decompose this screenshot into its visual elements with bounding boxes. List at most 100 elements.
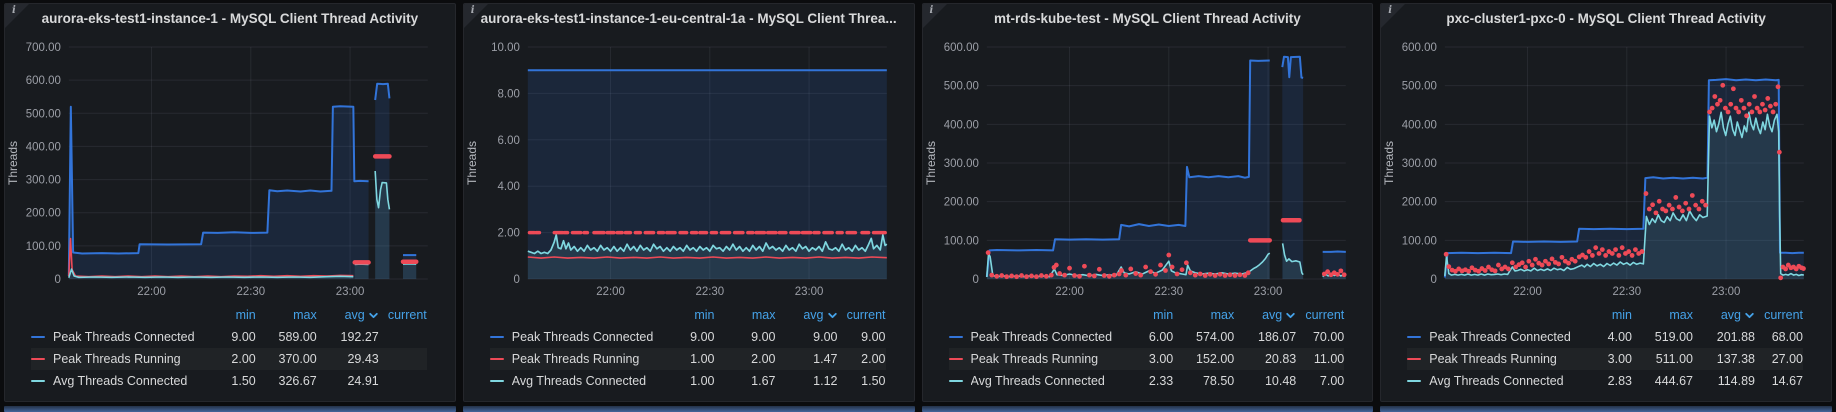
series-point [985,250,991,256]
series-name[interactable]: Peak Threads Connected [1429,330,1571,344]
series-name[interactable]: Peak Threads Connected [53,330,195,344]
series-point [1762,107,1768,113]
panel-info-corner[interactable] [5,4,29,28]
legend-col-min[interactable]: min [196,308,256,322]
series-point [1142,264,1148,270]
series-name[interactable]: Peak Threads Connected [971,330,1113,344]
series-point [1530,262,1535,268]
legend-col-min[interactable]: min [655,308,714,322]
chart-plot[interactable]: 0 100.00 200.00 300.00 400.00 500.00 600.00 22:… [923,32,1373,296]
series-point [1520,260,1525,266]
panel-title[interactable]: aurora-eks-test1-instance-1-eu-central-1… [464,4,914,32]
legend-col-current[interactable]: current [1755,308,1803,322]
next-panel-top-edge [921,406,1374,412]
series-point [1179,267,1184,273]
y-tick-label: 300.00 [1402,158,1437,170]
y-tick-label: 100.00 [1402,235,1437,247]
dashboard-row: i aurora-eks-test1-instance-1 - MySQL Cl… [0,0,1836,412]
legend-row: Peak Threads Running 3.00 152.00 20.83 1… [948,348,1344,370]
y-tick-label: 0 [54,274,60,286]
stat-max: 1.67 [751,374,776,388]
y-tick-label: 200.00 [943,197,978,209]
legend-col-avg[interactable]: avg [776,308,838,322]
series-point [1066,265,1072,271]
series-point [1048,272,1054,278]
legend-col-current[interactable]: current [838,308,886,322]
series-point [1600,247,1605,253]
panel-info-corner[interactable] [463,4,488,28]
series-point [1076,273,1082,279]
series-point [1770,109,1776,115]
series-point [1650,202,1656,208]
series-point [1673,195,1679,200]
legend-col-current[interactable]: current [1296,308,1344,322]
stat-current: 2.00 [861,352,886,366]
legend-row: Peak Threads Running 1.00 2.00 1.47 2.00 [489,348,886,370]
series-point [1483,268,1488,273]
legend-col-max[interactable]: max [1173,308,1235,322]
legend-col-max[interactable]: max [1632,308,1693,322]
x-tick-label: 22:00 [1513,286,1542,296]
series-point [1533,256,1539,262]
series-name[interactable]: Peak Threads Running [53,352,181,366]
series-point [1633,247,1639,253]
chart-plot[interactable]: 0 100.00 200.00 300.00 400.00 500.00 600.00 700… [5,32,455,296]
series-name[interactable]: Avg Threads Connected [1429,374,1563,388]
legend-col-avg[interactable]: avg [1234,308,1296,322]
series-point [1620,245,1625,251]
stat-min: 3.00 [1148,352,1174,366]
legend-header: min max avg current [949,304,1344,326]
legend-col-min[interactable]: min [1113,308,1173,322]
series-point [1749,109,1755,115]
series-name[interactable]: Avg Threads Connected [971,374,1105,388]
y-tick-label: 10.00 [491,42,520,54]
panel-title[interactable]: pxc-cluster1-pxc-0 - MySQL Client Thread… [1381,4,1831,32]
series-point [1647,206,1652,212]
series-color-swatch [489,357,504,361]
y-tick-label: 100.00 [26,241,61,253]
stat-avg: 29.43 [347,352,379,366]
series-name[interactable]: Peak Threads Running [1429,352,1557,366]
series-color-swatch [489,335,504,339]
chart-plot[interactable]: 0 2.00 4.00 6.00 8.00 10.00 22:00 22:30 23:00 Thr… [464,32,914,296]
series-point [1341,272,1347,278]
legend-col-current[interactable]: current [379,308,427,322]
legend-col-max[interactable]: max [715,308,776,322]
series-point [1165,252,1171,258]
chevron-down-icon [369,312,378,318]
chart-canvas[interactable]: 0 100.00 200.00 300.00 400.00 500.00 600.00 700… [5,32,455,296]
legend-col-avg[interactable]: avg [1693,308,1755,322]
series-name[interactable]: Peak Threads Running [512,352,640,366]
chart-canvas[interactable]: 0 100.00 200.00 300.00 400.00 500.00 600.00 22:… [923,32,1373,296]
series-point [1212,273,1218,278]
chart-canvas[interactable]: 0 100.00 200.00 300.00 400.00 500.00 600.00 22:… [1381,32,1831,296]
series-name[interactable]: Peak Threads Running [971,352,1099,366]
legend-col-min[interactable]: min [1572,308,1632,322]
panels-row: i aurora-eks-test1-instance-1 - MySQL Cl… [0,0,1836,402]
series-point [1174,271,1179,277]
series-color-swatch [948,357,963,361]
series-point [1778,275,1784,281]
series-name[interactable]: Avg Threads Connected [53,374,187,388]
series-point [1008,273,1014,279]
series-name[interactable]: Avg Threads Connected [512,374,646,388]
panel-aurora-eks-test1-instance-1: i aurora-eks-test1-instance-1 - MySQL Cl… [4,3,456,402]
y-tick-label: 8.00 [497,88,519,100]
panel-info-corner[interactable] [1381,4,1406,28]
chart-plot[interactable]: 0 100.00 200.00 300.00 400.00 500.00 600.00 22:… [1381,32,1831,296]
series-point [1334,271,1340,277]
panel-title[interactable]: mt-rds-kube-test - MySQL Client Thread A… [923,4,1373,32]
stat-max: 370.00 [278,352,317,366]
series-color-swatch [1407,379,1422,383]
panel-title[interactable]: aurora-eks-test1-instance-1 - MySQL Clie… [5,4,455,32]
series-point [1127,266,1133,272]
legend-col-max[interactable]: max [256,308,317,322]
series-point [1111,272,1117,278]
chart-canvas[interactable]: 0 2.00 4.00 6.00 8.00 10.00 22:00 22:30 23:00 Thr… [464,32,914,296]
series-color-swatch [1407,357,1422,361]
series-point [1492,268,1498,274]
x-tick-label: 22:00 [596,286,625,296]
legend-col-avg[interactable]: avg [317,308,379,322]
series-name[interactable]: Peak Threads Connected [512,330,654,344]
panel-info-corner[interactable] [922,4,947,28]
